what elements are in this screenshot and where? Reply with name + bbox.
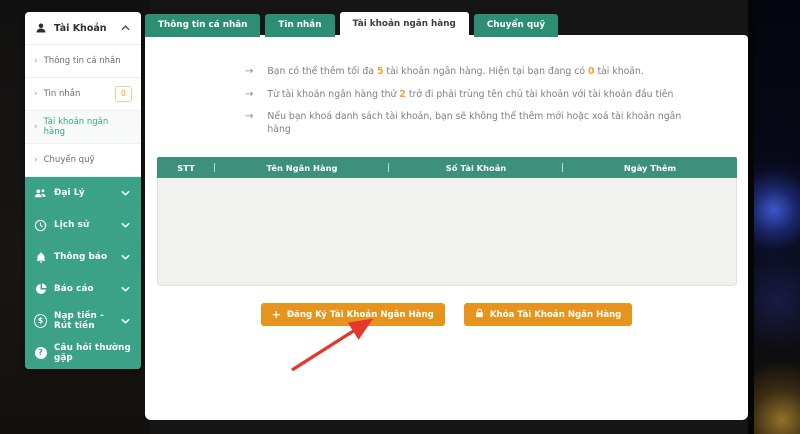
chevron-right-icon: › xyxy=(34,90,38,99)
sidebar-main-menu: Đại Lý Lịch sử Thông báo xyxy=(25,177,141,369)
column-header-bank-name: Tên Ngân Hàng xyxy=(215,163,389,173)
tab-messages[interactable]: Tin nhắn xyxy=(265,14,334,37)
main-panel: → Bạn có thể thêm tối đa 5 tài khoản ngâ… xyxy=(145,35,748,420)
tab-bank-accounts[interactable]: Tài khoản ngân hàng xyxy=(340,12,469,37)
lock-icon xyxy=(475,308,484,321)
plus-icon: + xyxy=(272,309,281,320)
dollar-icon: $ xyxy=(34,315,47,328)
arrow-bullet-icon: → xyxy=(245,88,253,103)
sidebar-submenu: › Thông tin cá nhân › Tin nhắn 0 › Tài k… xyxy=(25,44,141,177)
sidebar-item-faq[interactable]: ? Câu hỏi thường gặp xyxy=(25,337,141,369)
messages-badge: 0 xyxy=(115,86,132,102)
sidebar-item-bank-accounts[interactable]: › Tài khoản ngân hàng xyxy=(25,111,141,144)
action-buttons: + Đăng Ký Tài Khoản Ngân Hàng Khóa Tài K… xyxy=(145,303,748,326)
table-header: STT Tên Ngân Hàng Số Tài Khoản Ngày Thêm xyxy=(157,157,737,178)
tab-personal-info[interactable]: Thông tin cá nhân xyxy=(145,14,260,37)
note-same-owner: → Từ tài khoản ngân hàng thứ 2 trở đi ph… xyxy=(245,88,685,103)
table-body-empty xyxy=(157,178,737,286)
chevron-right-icon: › xyxy=(34,123,38,132)
background-photo xyxy=(748,0,800,434)
content-tabs: Thông tin cá nhân Tin nhắn Tài khoản ngâ… xyxy=(145,12,558,37)
tab-fund-transfer[interactable]: Chuyển quỹ xyxy=(474,14,558,37)
bell-icon xyxy=(34,251,47,264)
chevron-down-icon xyxy=(119,219,132,232)
arrow-bullet-icon: → xyxy=(245,110,253,137)
chevron-down-icon xyxy=(119,283,132,296)
question-icon: ? xyxy=(34,347,47,360)
arrow-bullet-icon: → xyxy=(245,65,253,80)
chevron-down-icon xyxy=(119,315,132,328)
sidebar-header-label: Tài Khoản xyxy=(54,23,112,34)
clock-icon xyxy=(34,219,47,232)
sidebar-item-messages[interactable]: › Tin nhắn 0 xyxy=(25,78,141,111)
sidebar-item-notifications[interactable]: Thông báo xyxy=(25,241,141,273)
sidebar-item-deposit-withdraw[interactable]: $ Nạp tiền - Rút tiền xyxy=(25,305,141,337)
column-header-stt: STT xyxy=(157,163,215,173)
chevron-up-icon xyxy=(119,22,132,35)
sidebar-header-account[interactable]: Tài Khoản xyxy=(25,12,141,44)
sidebar-item-agency[interactable]: Đại Lý xyxy=(25,177,141,209)
column-header-date-added: Ngày Thêm xyxy=(563,163,737,173)
sidebar-item-reports[interactable]: Báo cáo xyxy=(25,273,141,305)
sidebar-item-history[interactable]: Lịch sử xyxy=(25,209,141,241)
register-bank-account-button[interactable]: + Đăng Ký Tài Khoản Ngân Hàng xyxy=(261,303,445,326)
sidebar-item-fund-transfer[interactable]: › Chuyển quỹ xyxy=(25,144,141,177)
chevron-down-icon xyxy=(119,251,132,264)
users-icon xyxy=(34,187,47,200)
pie-chart-icon xyxy=(34,283,47,296)
chevron-right-icon: › xyxy=(34,57,38,66)
column-header-account-number: Số Tài Khoản xyxy=(389,163,563,173)
user-icon xyxy=(34,22,47,35)
chevron-down-icon xyxy=(119,187,132,200)
note-max-accounts: → Bạn có thể thêm tối đa 5 tài khoản ngâ… xyxy=(245,65,685,80)
sidebar-item-personal-info[interactable]: › Thông tin cá nhân xyxy=(25,45,141,78)
note-lock-warning: → Nếu bạn khoá danh sách tài khoản, bạn … xyxy=(245,110,685,137)
app-window: Tài Khoản › Thông tin cá nhân › Tin nhắn… xyxy=(0,0,800,434)
info-notes: → Bạn có thể thêm tối đa 5 tài khoản ngâ… xyxy=(245,65,685,145)
sidebar: Tài Khoản › Thông tin cá nhân › Tin nhắn… xyxy=(25,12,141,369)
bank-accounts-table: STT Tên Ngân Hàng Số Tài Khoản Ngày Thêm xyxy=(157,157,737,286)
lock-bank-account-button[interactable]: Khóa Tài Khoản Ngân Hàng xyxy=(464,303,633,326)
chevron-right-icon: › xyxy=(34,156,38,165)
